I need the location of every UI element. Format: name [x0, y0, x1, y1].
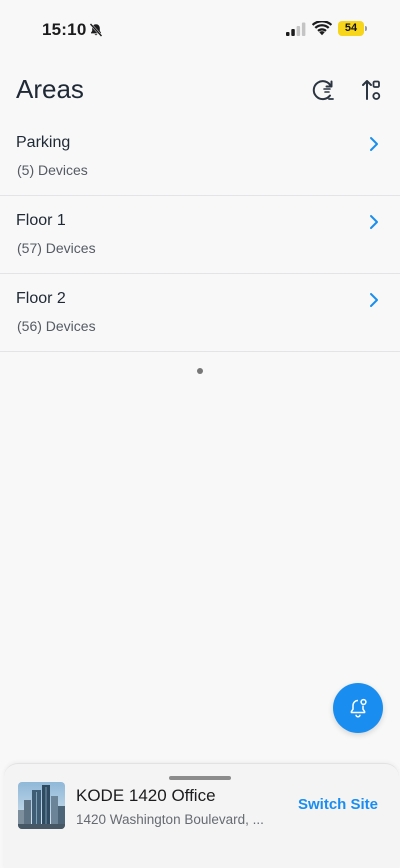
area-item-floor-2[interactable]: Floor 2 (56) Devices	[0, 274, 400, 352]
sheet-drag-handle[interactable]	[169, 776, 231, 780]
area-list: Parking (5) Devices Floor 1 (57) Devices…	[0, 118, 400, 352]
status-time: 15:10	[42, 20, 87, 39]
area-item-parking[interactable]: Parking (5) Devices	[0, 118, 400, 196]
status-bar: 15:10 54	[0, 0, 400, 58]
area-name: Floor 1	[16, 212, 66, 229]
area-device-count: (57) Devices	[17, 240, 96, 256]
site-name: KODE 1420 Office	[76, 786, 216, 805]
notification-bell-icon	[350, 698, 367, 718]
site-bottom-sheet[interactable]: KODE 1420 Office 1420 Washington Bouleva…	[4, 763, 399, 868]
area-name: Parking	[16, 134, 71, 151]
loading-indicator-dot	[197, 368, 203, 374]
site-building-image	[18, 782, 65, 829]
switch-site-button[interactable]: Switch Site	[298, 796, 378, 813]
battery-level: 54	[344, 22, 358, 34]
refresh-icon	[312, 80, 334, 101]
screen: 15:10 54 Areas Parking (5) Devices Floor…	[0, 0, 400, 868]
notifications-fab[interactable]	[333, 683, 383, 733]
page-title: Areas	[16, 74, 84, 104]
cellular-signal-icon	[286, 22, 306, 36]
area-device-count: (5) Devices	[17, 162, 88, 178]
refresh-button[interactable]	[309, 76, 337, 104]
wifi-icon	[312, 21, 332, 36]
sort-icon	[362, 80, 381, 100]
chevron-right-icon	[370, 293, 378, 307]
battery-icon: 54	[338, 21, 368, 36]
bell-slash-icon	[89, 23, 103, 37]
sort-button[interactable]	[358, 76, 386, 104]
chevron-right-icon	[370, 137, 378, 151]
area-item-floor-1[interactable]: Floor 1 (57) Devices	[0, 196, 400, 274]
area-device-count: (56) Devices	[17, 318, 96, 334]
site-address: 1420 Washington Boulevard, ...	[76, 812, 264, 827]
chevron-right-icon	[370, 215, 378, 229]
area-name: Floor 2	[16, 290, 66, 307]
